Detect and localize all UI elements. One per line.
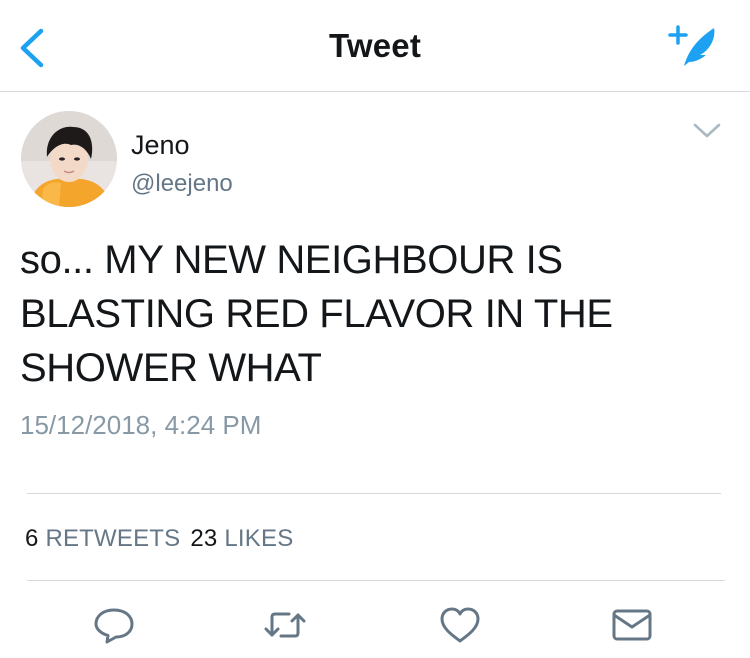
tweet-timestamp: 15/12/2018, 4:24 PM: [20, 410, 262, 440]
direct-message-icon[interactable]: [610, 605, 654, 645]
retweet-icon[interactable]: [263, 605, 307, 645]
page-title: Tweet: [328, 27, 422, 64]
chevron-down-icon[interactable]: [690, 118, 724, 144]
divider: [27, 493, 721, 494]
engagement-stats: 6 RETWEETS 23 LIKES: [25, 525, 293, 553]
navigation-bar: Tweet: [0, 0, 750, 92]
like-icon[interactable]: [438, 605, 482, 645]
retweets-count: 6: [25, 525, 39, 552]
reply-icon[interactable]: [92, 605, 136, 645]
username-handle[interactable]: @leejeno: [131, 170, 233, 198]
likes-label: LIKES: [224, 525, 294, 552]
avatar[interactable]: [21, 111, 117, 207]
tweet-text: so... MY NEW NEIGHBOUR IS BLASTING RED F…: [20, 238, 613, 390]
display-name[interactable]: Jeno: [131, 130, 190, 161]
retweets-stat[interactable]: 6 RETWEETS: [25, 525, 180, 552]
avatar-image: [21, 111, 117, 207]
likes-stat[interactable]: 23 LIKES: [190, 525, 293, 552]
divider: [27, 580, 725, 581]
likes-count: 23: [190, 525, 218, 552]
compose-feather-icon[interactable]: [664, 22, 722, 70]
retweets-label: RETWEETS: [45, 525, 181, 552]
